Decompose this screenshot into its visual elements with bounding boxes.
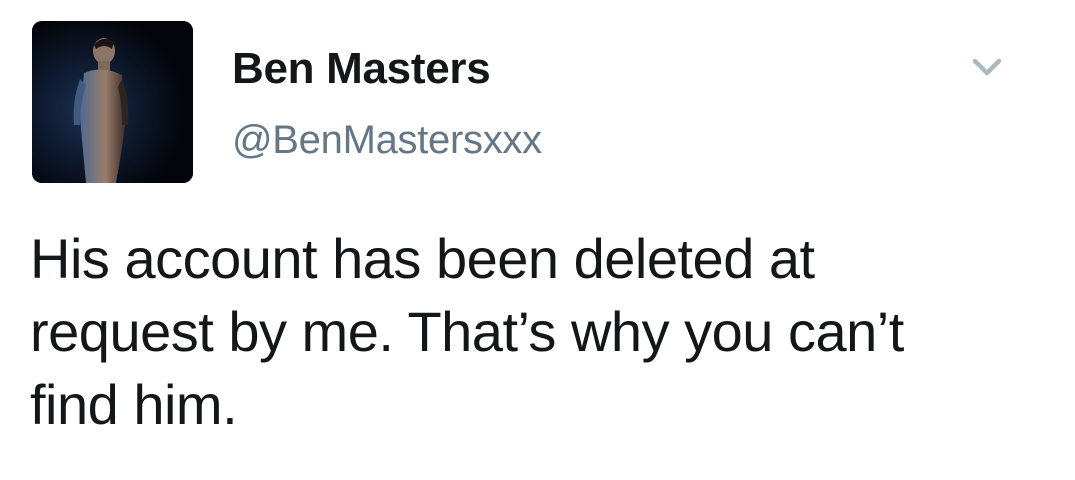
tweet-text: His account has been deleted at request …: [30, 222, 1040, 441]
tweet-menu-button[interactable]: [968, 52, 1006, 82]
chevron-down-icon: [972, 58, 1002, 76]
tweet-card: Ben Masters @BenMastersxxx His account h…: [0, 0, 1075, 480]
tweet-text-line: request by me. That’s why you can’t: [30, 300, 904, 363]
user-handle[interactable]: @BenMastersxxx: [232, 118, 542, 163]
avatar[interactable]: [32, 21, 193, 183]
tweet-text-line: find him.: [30, 373, 238, 436]
tweet-text-line: His account has been deleted at: [30, 227, 815, 290]
avatar-photo: [32, 21, 193, 183]
display-name[interactable]: Ben Masters: [232, 44, 491, 94]
